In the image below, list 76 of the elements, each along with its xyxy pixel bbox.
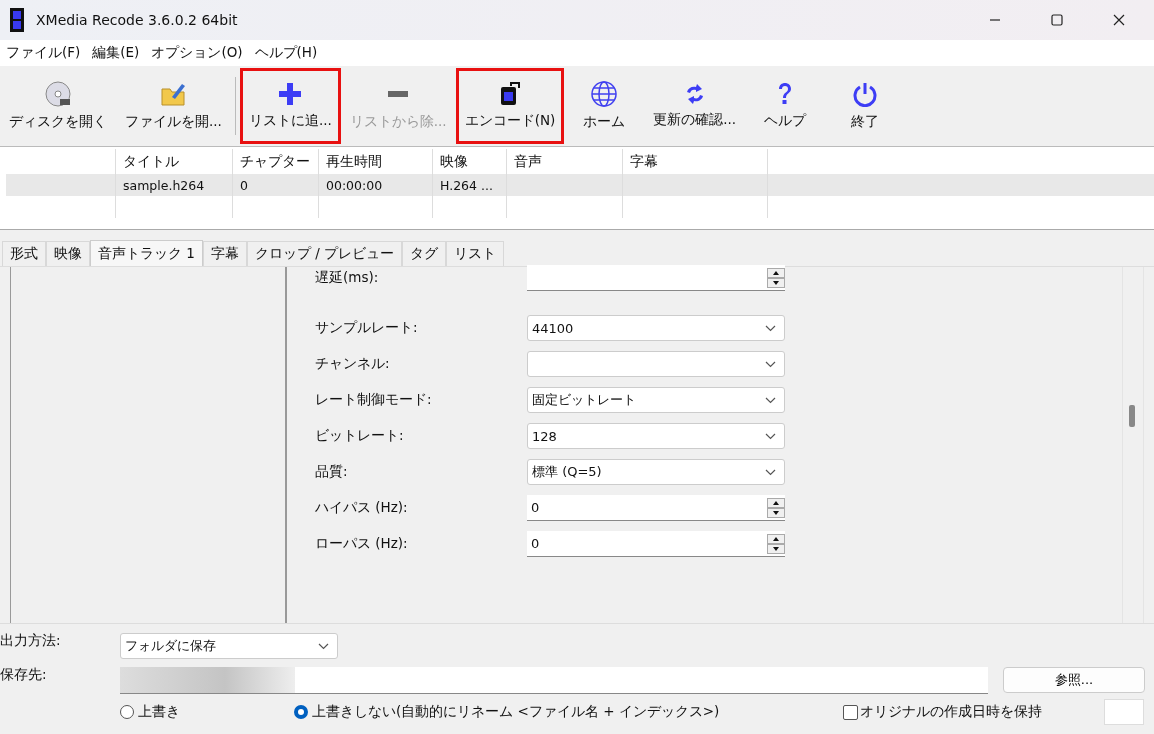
spin-up-icon[interactable] xyxy=(767,267,785,278)
dropdown[interactable]: 128 xyxy=(527,423,785,449)
chevron-down-icon xyxy=(765,432,776,440)
field-label: ハイパス (Hz): xyxy=(315,499,409,517)
table-cell: 0 xyxy=(240,177,248,193)
tab[interactable]: タグ xyxy=(402,241,447,266)
field-label: レート制御モード: xyxy=(315,391,433,409)
toolbar-button[interactable]: ホーム xyxy=(564,68,645,144)
menu-item[interactable]: ヘルプ(H) xyxy=(248,44,324,62)
field-label: ビットレート: xyxy=(315,427,405,445)
dropdown[interactable]: 固定ビットレート xyxy=(527,387,785,413)
plus-icon xyxy=(278,82,303,106)
field-label: 出力方法: xyxy=(0,631,62,650)
field-label: 遅延(ms): xyxy=(315,269,380,287)
tab[interactable]: 音声トラック 1 xyxy=(90,240,203,266)
spin-down-icon[interactable] xyxy=(767,507,785,518)
spin-up-icon[interactable] xyxy=(767,497,785,508)
tab[interactable]: クロップ / プレビュー xyxy=(246,241,403,266)
toolbar-button[interactable]: ファイルを開... xyxy=(116,68,231,144)
table-cell: H.264 ... xyxy=(440,177,493,193)
path-field[interactable] xyxy=(120,666,988,694)
power-icon xyxy=(852,81,879,107)
chevron-down-icon xyxy=(765,396,776,404)
film-canister-icon xyxy=(498,82,521,106)
spin-field[interactable] xyxy=(527,265,785,291)
menu-item[interactable]: オプション(O) xyxy=(145,44,249,62)
field-label: 保存先: xyxy=(0,665,48,684)
toolbar-button[interactable]: 終了 xyxy=(825,68,906,144)
scrollbar-thumb[interactable] xyxy=(1129,405,1135,427)
toolbar-button[interactable]: 更新の確認... xyxy=(644,68,746,144)
toolbar-button[interactable]: エンコード(N) xyxy=(455,68,565,144)
checkbox-icon[interactable] xyxy=(843,704,859,720)
menu-item[interactable]: 編集(E) xyxy=(86,44,146,62)
minus-icon xyxy=(388,91,409,97)
toolbar-button[interactable]: ディスクを開く xyxy=(0,68,116,144)
menu-item[interactable]: ファイル(F) xyxy=(0,44,87,62)
chevron-down-icon xyxy=(765,468,776,476)
radio-option[interactable]: 上書きしない(自動的にリネーム <ファイル名 + インデックス>) xyxy=(294,703,720,721)
field-label: チャンネル: xyxy=(315,355,391,373)
radio-icon[interactable] xyxy=(120,705,134,719)
tab[interactable]: 形式 xyxy=(2,241,46,266)
tab[interactable]: リスト xyxy=(446,241,505,266)
toolbar-button[interactable]: リストに追... xyxy=(239,68,341,144)
chevron-down-icon xyxy=(765,360,776,368)
film-strip-icon xyxy=(10,8,24,32)
spin-up-icon[interactable] xyxy=(767,533,785,544)
folder-pencil-icon xyxy=(160,81,187,107)
field-label: ローパス (Hz): xyxy=(315,535,409,553)
checkbox-option[interactable]: オリジナルの作成日時を保持 xyxy=(843,703,1043,721)
file-row[interactable]: sample.h264 0 00:00:00 H.264 ... xyxy=(6,174,1154,196)
table-cell: 00:00:00 xyxy=(326,177,383,193)
radio-option[interactable]: 上書き xyxy=(120,703,294,721)
spin-field[interactable]: 0 xyxy=(527,531,785,557)
toolbar-button[interactable]: ヘルプ xyxy=(745,68,826,144)
close-icon[interactable] xyxy=(1113,14,1125,26)
tab[interactable]: 字幕 xyxy=(202,241,247,266)
spin-down-icon[interactable] xyxy=(767,277,785,288)
input-field[interactable] xyxy=(1104,699,1144,725)
spin-down-icon[interactable] xyxy=(767,543,785,554)
spin-field[interactable]: 0 xyxy=(527,495,785,521)
chevron-down-icon xyxy=(318,642,329,650)
globe-icon xyxy=(591,81,618,107)
disc-icon xyxy=(45,81,71,107)
help-icon xyxy=(777,82,794,106)
field-label: 品質: xyxy=(315,463,349,481)
tab[interactable]: 映像 xyxy=(46,241,90,266)
field-label: サンプルレート: xyxy=(315,319,419,337)
dropdown[interactable]: フォルダに保存 xyxy=(120,633,338,659)
table-cell: sample.h264 xyxy=(123,177,205,193)
dropdown[interactable]: 標準 (Q=5) xyxy=(527,459,785,485)
maximize-icon[interactable] xyxy=(1051,14,1063,26)
browse-button[interactable]: 参照... xyxy=(1003,667,1145,693)
dropdown[interactable]: 44100 xyxy=(527,315,785,341)
radio-icon[interactable] xyxy=(294,705,308,719)
chevron-down-icon xyxy=(765,324,776,332)
window-title: XMedia Recode 3.6.0.2 64bit xyxy=(36,12,238,28)
